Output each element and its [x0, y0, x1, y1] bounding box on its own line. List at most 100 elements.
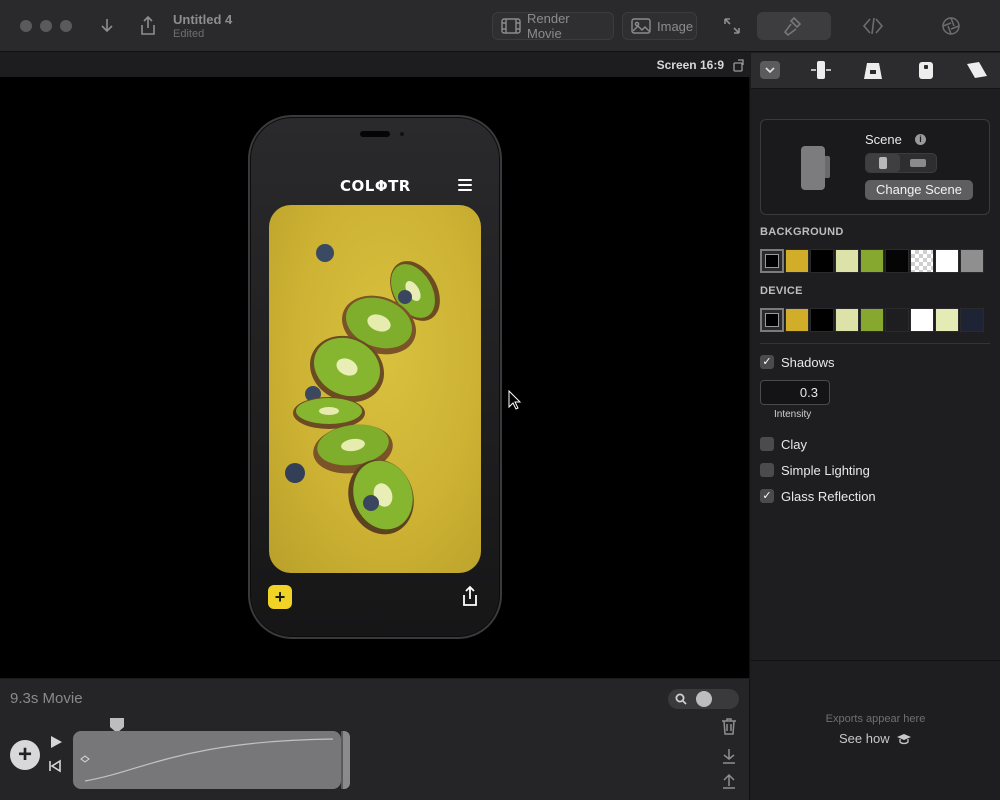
movie-duration-label: 9.3s Movie	[10, 690, 83, 707]
device-swatches	[760, 308, 984, 332]
background-swatch-9[interactable]	[960, 249, 984, 273]
tab-device-tilt[interactable]	[861, 59, 885, 81]
info-icon[interactable]: i	[915, 134, 926, 145]
device-swatch-8[interactable]	[935, 308, 959, 332]
app-logo: COLΦTR	[340, 177, 411, 195]
minimize-window-button[interactable]	[40, 20, 52, 32]
device-swatch-5[interactable]	[860, 308, 884, 332]
section-divider	[760, 343, 990, 344]
orientation-segmented-control[interactable]	[865, 153, 937, 173]
shadows-checkbox[interactable]: ✓	[760, 355, 774, 369]
device-swatch-9[interactable]	[960, 308, 984, 332]
image-button[interactable]: Image	[622, 12, 697, 40]
document-title: Untitled 4	[173, 12, 233, 27]
clay-option[interactable]: Clay	[760, 436, 807, 452]
device-front-icon	[811, 61, 831, 79]
clip-trim-handle[interactable]	[341, 731, 350, 789]
phone-camera	[400, 132, 404, 136]
add-clip-button[interactable]: +	[10, 740, 40, 770]
render-movie-button[interactable]: Render Movie	[492, 11, 614, 41]
tab-code-editor[interactable]	[836, 12, 910, 40]
share-icon[interactable]	[135, 14, 161, 38]
inspector-panel: Scene i Change Scene BACKGROUND DEVICE ✓…	[751, 53, 1000, 800]
simple-lighting-option[interactable]: Simple Lighting	[760, 462, 870, 478]
background-swatch-1[interactable]	[760, 249, 784, 273]
simple-lighting-checkbox[interactable]	[760, 463, 774, 477]
glass-reflection-checkbox[interactable]: ✓	[760, 489, 774, 503]
device-swatch-6[interactable]	[885, 308, 909, 332]
background-swatch-8[interactable]	[935, 249, 959, 273]
fullscreen-icon[interactable]	[719, 14, 745, 38]
zoom-window-button[interactable]	[60, 20, 72, 32]
background-swatch-5[interactable]	[860, 249, 884, 273]
import-icon[interactable]	[721, 747, 737, 765]
render-movie-label: Render Movie	[527, 11, 570, 41]
mouse-cursor-icon	[508, 389, 522, 410]
background-swatch-6[interactable]	[885, 249, 909, 273]
background-section-label: BACKGROUND	[760, 226, 844, 238]
tab-device-top[interactable]	[914, 59, 938, 81]
trash-icon[interactable]	[721, 717, 737, 735]
image-label: Image	[657, 18, 694, 34]
background-swatches	[760, 249, 984, 273]
see-how-link[interactable]: See how	[839, 731, 912, 746]
magnifier-icon	[674, 692, 688, 706]
title-bar: Untitled 4 Edited Render Movie Image	[0, 0, 1000, 52]
timeline-clip[interactable]	[73, 731, 341, 789]
see-how-label: See how	[839, 731, 890, 746]
aperture-icon	[942, 17, 960, 35]
hamburger-menu-icon	[458, 179, 472, 191]
hero-kiwi-image	[269, 205, 481, 573]
graduation-cap-icon	[896, 733, 911, 744]
device-swatch-7[interactable]	[910, 308, 934, 332]
background-swatch-7[interactable]	[910, 249, 934, 273]
rewind-to-start-icon[interactable]	[48, 759, 62, 773]
device-swatch-4[interactable]	[835, 308, 859, 332]
glass-reflection-label: Glass Reflection	[781, 488, 876, 504]
device-swatch-3[interactable]	[810, 308, 834, 332]
tab-aperture[interactable]	[914, 12, 988, 40]
clay-checkbox[interactable]	[760, 437, 774, 451]
tab-device-angle[interactable]	[965, 59, 989, 81]
shadows-label: Shadows	[781, 354, 835, 370]
chevron-down-icon[interactable]	[760, 61, 780, 79]
portrait-option[interactable]	[866, 154, 900, 172]
device-swatch-1[interactable]	[760, 308, 784, 332]
export-icon[interactable]	[721, 772, 737, 790]
background-swatch-4[interactable]	[835, 249, 859, 273]
zoom-slider-knob[interactable]	[696, 691, 712, 707]
simple-lighting-label: Simple Lighting	[781, 462, 870, 478]
shadows-option[interactable]: ✓ Shadows	[760, 354, 834, 370]
tab-device-front[interactable]	[809, 59, 833, 81]
background-swatch-2[interactable]	[785, 249, 809, 273]
phone-mockup[interactable]: COLΦTR +	[248, 115, 502, 639]
intensity-label: Intensity	[774, 409, 812, 420]
download-icon[interactable]	[94, 14, 120, 38]
play-icon[interactable]	[49, 735, 63, 749]
phone-share-icon	[460, 585, 480, 607]
landscape-option[interactable]	[910, 159, 926, 167]
change-scene-button[interactable]: Change Scene	[865, 180, 973, 200]
add-button: +	[268, 585, 292, 609]
canvas-area[interactable]: Screen 16:9 COLΦTR +	[0, 53, 750, 678]
intensity-input[interactable]: 0.3	[760, 380, 830, 405]
close-window-button[interactable]	[20, 20, 32, 32]
exports-placeholder-text: Exports appear here	[825, 713, 926, 725]
timeline-panel[interactable]: 9.3s Movie +	[0, 679, 750, 800]
screen-aspect-label[interactable]: Screen 16:9	[657, 58, 724, 72]
rotate-icon[interactable]	[732, 58, 746, 72]
background-swatch-3[interactable]	[810, 249, 834, 273]
timeline-zoom-slider[interactable]	[668, 689, 739, 709]
film-icon	[501, 18, 521, 34]
device-tilt-icon	[864, 63, 882, 79]
device-top-icon	[919, 62, 933, 79]
hammer-icon	[783, 16, 802, 37]
device-angle-icon	[967, 62, 987, 78]
code-brackets-icon	[862, 17, 884, 35]
photo-icon	[631, 18, 651, 34]
scene-settings-box: Scene i Change Scene	[760, 119, 990, 215]
glass-reflection-option[interactable]: ✓ Glass Reflection	[760, 488, 876, 504]
scene-title: Scene	[865, 132, 902, 147]
tab-device-editor[interactable]	[757, 12, 831, 40]
device-swatch-2[interactable]	[785, 308, 809, 332]
